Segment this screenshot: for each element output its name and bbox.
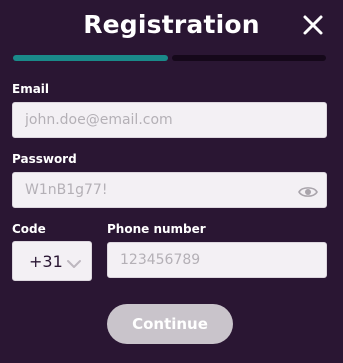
password-field-box <box>12 172 327 208</box>
progress-bar-remaining <box>172 55 326 61</box>
chevron-down-icon <box>66 255 82 268</box>
country-code-value: +31 <box>29 252 63 271</box>
email-field[interactable] <box>25 103 314 137</box>
progress-bar-fill <box>13 55 168 61</box>
phone-label: Phone number <box>107 222 206 236</box>
code-label: Code <box>12 222 46 236</box>
email-field-box <box>12 102 327 138</box>
eye-icon <box>298 187 318 197</box>
country-code-select[interactable]: +31 <box>12 241 92 281</box>
close-icon <box>303 15 323 35</box>
password-field[interactable] <box>25 173 286 207</box>
phone-field-box <box>107 242 327 278</box>
progress-bar <box>13 55 326 61</box>
page-title: Registration <box>83 10 260 39</box>
continue-button[interactable]: Continue <box>107 304 233 344</box>
close-button[interactable] <box>300 12 326 38</box>
password-label: Password <box>12 152 77 166</box>
show-password-toggle[interactable] <box>298 184 318 198</box>
phone-number-field[interactable] <box>120 243 314 277</box>
email-label: Email <box>12 82 50 96</box>
